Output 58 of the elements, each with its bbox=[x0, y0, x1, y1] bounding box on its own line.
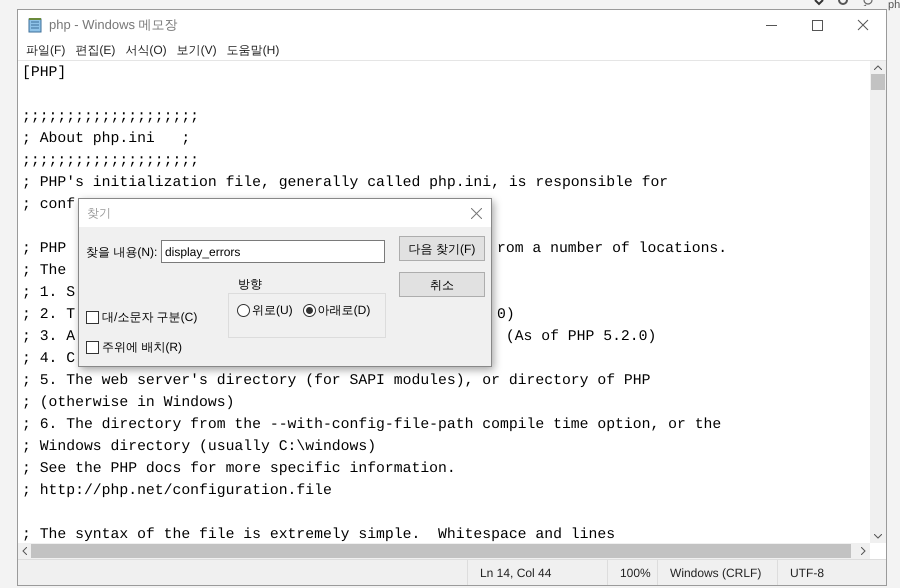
scrollbar-thumb[interactable] bbox=[31, 544, 851, 558]
search-text: ph bbox=[888, 0, 900, 11]
notepad-icon bbox=[27, 17, 43, 33]
dialog-title: 찾기 bbox=[87, 205, 111, 222]
chevron-down-icon[interactable] bbox=[814, 0, 824, 6]
text-line: ; See the PHP docs for more specific information. bbox=[22, 461, 456, 477]
menu-item[interactable]: 서식(O) bbox=[121, 41, 171, 59]
refresh-icon[interactable] bbox=[838, 0, 848, 6]
text-line: ; The syntax of the file is extremely simple. Whitespace and lines bbox=[22, 527, 616, 543]
text-line: ; PHP's initialization file, generally called php.ini, is responsible for bbox=[22, 175, 668, 191]
close-icon bbox=[857, 19, 869, 31]
text-line: ; (otherwise in Windows) bbox=[22, 395, 234, 411]
find-input[interactable]: display_errors bbox=[161, 240, 385, 263]
menu-item[interactable]: 파일(F) bbox=[22, 41, 70, 59]
checkbox-option[interactable]: 대/소문자 구분(C) bbox=[86, 308, 198, 326]
text-line: ; 6. The directory from the --with-config-file-path compile time option, or the bbox=[22, 417, 722, 433]
status-text: UTF-8 bbox=[790, 564, 824, 582]
text-line: (As of PHP 5.2.0) bbox=[504, 328, 656, 347]
scroll-left-icon[interactable] bbox=[22, 547, 27, 555]
search-icon[interactable] bbox=[862, 0, 874, 6]
scrollbar-thumb[interactable] bbox=[871, 74, 885, 90]
cancel-button[interactable]: 취소 bbox=[399, 272, 485, 297]
text-line: ; PHP bbox=[22, 241, 66, 257]
window-title: php - Windows 메모장 bbox=[49, 16, 178, 34]
menu-item[interactable]: 편집(E) bbox=[71, 41, 120, 59]
text-line: ;;;;;;;;;;;;;;;;;;;; bbox=[22, 153, 200, 169]
menu-item[interactable]: 도움말(H) bbox=[222, 41, 284, 59]
radio-option[interactable]: 아래로(D) bbox=[302, 301, 370, 319]
status-text: Ln 14, Col 44 bbox=[480, 564, 552, 582]
text-line: ; 3. A bbox=[22, 329, 76, 345]
maximize-icon bbox=[812, 20, 822, 30]
find-next-button[interactable]: 다음 찾기(F) bbox=[399, 236, 485, 261]
scroll-right-icon[interactable] bbox=[861, 547, 866, 555]
text-line: ; 2. T bbox=[22, 307, 76, 323]
text-line: ;;;;;;;;;;;;;;;;;;;; bbox=[22, 109, 200, 125]
scroll-up-icon[interactable] bbox=[874, 65, 882, 70]
minimize-icon bbox=[766, 24, 776, 26]
text-line: ; 1. S bbox=[22, 285, 76, 301]
close-icon[interactable] bbox=[471, 208, 482, 218]
text-line: [PHP] bbox=[22, 65, 66, 81]
text-line: ; About php.ini ; bbox=[22, 131, 190, 147]
text-line: ; http://php.net/configuration.file bbox=[22, 483, 332, 499]
vertical-scrollbar[interactable] bbox=[870, 61, 886, 543]
scroll-down-icon[interactable] bbox=[874, 534, 882, 539]
text-line: ; conf bbox=[22, 197, 76, 213]
text-line: ; 5. The web server's directory (for SAPI modules), or directory of PHP bbox=[22, 373, 650, 389]
text-line: ; Windows directory (usually C:\windows) bbox=[22, 439, 376, 455]
radio-option[interactable]: 위로(U) bbox=[237, 301, 293, 319]
text-line: 0) bbox=[497, 306, 515, 325]
menu-item[interactable]: 보기(V) bbox=[172, 41, 221, 59]
horizontal-scrollbar[interactable] bbox=[18, 543, 870, 559]
find-label: 찾을 내용(N): bbox=[86, 244, 158, 261]
status-text: 100% bbox=[620, 564, 651, 582]
text-line: ; 4. C bbox=[22, 351, 76, 367]
status-text: Windows (CRLF) bbox=[670, 564, 762, 582]
checkbox-option[interactable]: 주위에 배치(R) bbox=[86, 338, 198, 356]
text-line: rom a number of locations. bbox=[497, 240, 728, 259]
text-line: ; The bbox=[22, 263, 66, 279]
